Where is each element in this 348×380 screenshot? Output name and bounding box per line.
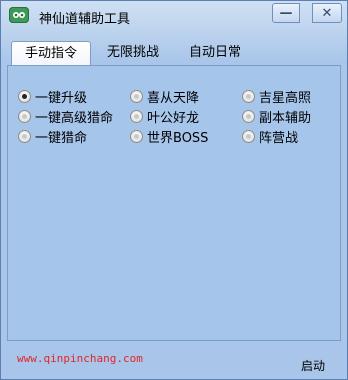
option-dungeon-assist[interactable]: 副本辅助	[242, 108, 312, 126]
tab-bar: 手动指令 无限挑战 自动日常	[1, 41, 347, 66]
app-logo-icon	[9, 7, 29, 23]
option-one-key-hunt[interactable]: 一键猎命	[18, 128, 88, 146]
minimize-icon: —	[279, 5, 293, 21]
option-label: 叶公好龙	[147, 110, 200, 126]
tab-manual-commands[interactable]: 手动指令	[11, 41, 91, 66]
option-camp-battle[interactable]: 阵营战	[242, 128, 299, 146]
option-label: 喜从天降	[147, 90, 200, 106]
option-world-boss[interactable]: 世界BOSS	[130, 128, 209, 146]
option-label: 阵营战	[259, 130, 299, 146]
option-label: 一键升级	[35, 90, 88, 106]
tab-unlimited-challenge[interactable]: 无限挑战	[97, 41, 169, 64]
radio-icon[interactable]	[18, 129, 31, 143]
radio-icon[interactable]	[18, 109, 31, 123]
app-window: 神仙道辅助工具 — ✕ 手动指令 无限挑战 自动日常 一键升级 一键高级猎命 一…	[0, 0, 348, 380]
close-icon: ✕	[321, 5, 333, 21]
option-label: 吉星高照	[259, 90, 312, 106]
radio-icon[interactable]	[130, 109, 143, 123]
radio-selected-icon[interactable]	[18, 89, 31, 103]
minimize-button[interactable]: —	[272, 3, 300, 23]
option-ye-gong-dragon[interactable]: 叶公好龙	[130, 108, 200, 126]
close-button[interactable]: ✕	[312, 3, 342, 23]
option-windfall[interactable]: 喜从天降	[130, 88, 200, 106]
option-label: 副本辅助	[259, 110, 312, 126]
website-link[interactable]: www.qinpinchang.com	[17, 352, 143, 365]
radio-icon[interactable]	[242, 109, 255, 123]
option-one-key-advanced-hunt[interactable]: 一键高级猎命	[18, 108, 114, 126]
window-title: 神仙道辅助工具	[39, 12, 131, 27]
title-bar[interactable]: 神仙道辅助工具 — ✕	[1, 1, 347, 31]
radio-icon[interactable]	[130, 129, 143, 143]
start-button[interactable]: 启动	[301, 357, 325, 374]
radio-icon[interactable]	[242, 129, 255, 143]
option-one-key-upgrade[interactable]: 一键升级	[18, 88, 88, 106]
options-panel: 一键升级 一键高级猎命 一键猎命 喜从天降 叶公好龙 世界BOSS 吉星高照 副…	[7, 65, 341, 341]
option-label: 世界BOSS	[147, 130, 209, 146]
radio-icon[interactable]	[242, 89, 255, 103]
tab-auto-daily[interactable]: 自动日常	[179, 41, 251, 64]
option-lucky-star[interactable]: 吉星高照	[242, 88, 312, 106]
radio-icon[interactable]	[130, 89, 143, 103]
option-label: 一键猎命	[35, 130, 88, 146]
option-label: 一键高级猎命	[35, 110, 114, 126]
